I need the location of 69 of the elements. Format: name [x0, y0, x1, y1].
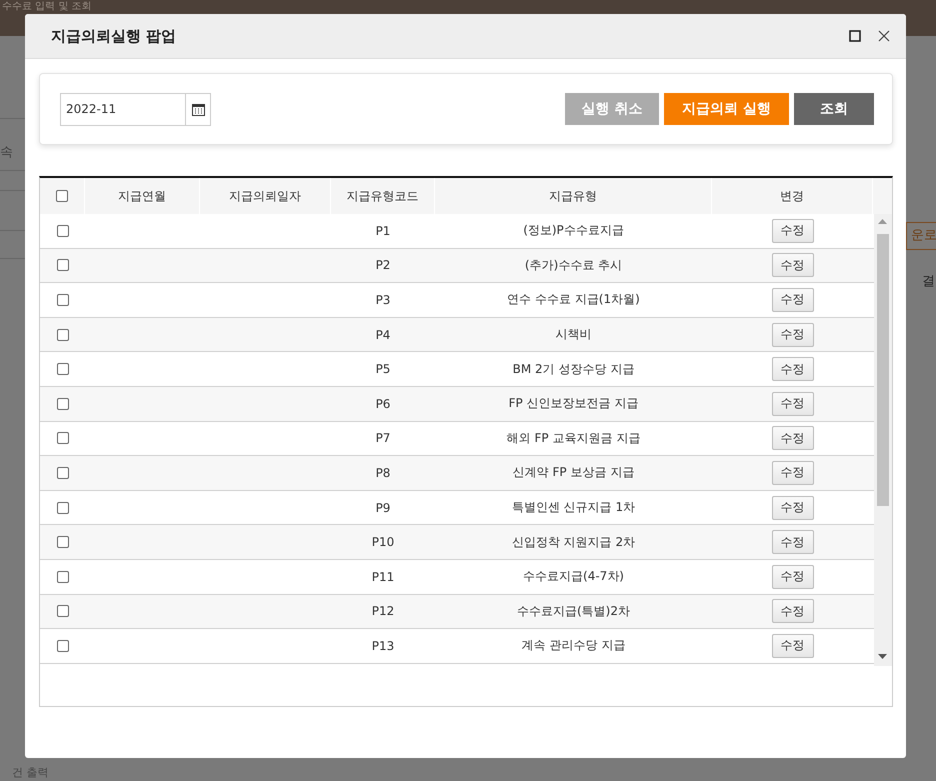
table-cell-text: P6: [374, 396, 392, 413]
checkbox[interactable]: [56, 570, 68, 583]
table-cell-text: P10: [370, 534, 396, 552]
checkbox[interactable]: [56, 536, 68, 548]
edit-button[interactable]: 수정: [772, 564, 814, 589]
table-cell-text: P1: [374, 222, 392, 240]
edit-button[interactable]: 수정: [772, 218, 814, 243]
table-cell-text: (추가)수수료 추시: [524, 256, 624, 274]
table-cell-text: P5: [374, 361, 392, 378]
table-cell-text: 시책비: [554, 326, 592, 344]
column-header: 지급의뢰일자: [200, 178, 331, 214]
scrollbar[interactable]: [874, 214, 892, 666]
scroll-down-icon[interactable]: [878, 654, 887, 659]
checkbox[interactable]: [56, 466, 68, 479]
edit-button[interactable]: 수정: [772, 599, 814, 624]
edit-button[interactable]: 수정: [772, 530, 814, 554]
close-icon[interactable]: [876, 28, 892, 44]
table-cell-text: P3: [374, 292, 392, 309]
checkbox[interactable]: [56, 259, 68, 272]
table-cell-text: FP 신인보장보전금 지급: [508, 395, 640, 412]
checkbox[interactable]: [56, 294, 68, 306]
month-field[interactable]: 2022-11: [60, 92, 211, 126]
column-header: 지급유형: [435, 178, 712, 214]
column-header: 지급연월: [85, 178, 200, 214]
table-cell-text: 특별인센 신규지급 1차: [510, 499, 636, 516]
table-cell-text: P2: [374, 257, 392, 274]
edit-button[interactable]: 수정: [772, 322, 814, 347]
edit-button[interactable]: 수정: [772, 392, 814, 416]
table-cell-text: 해외 FP 교육지원금 지급: [506, 430, 642, 447]
table-cell-text: P11: [370, 568, 396, 586]
checkbox[interactable]: [56, 363, 68, 376]
table-cell-text: BM 2기 성장수당 지급: [512, 360, 636, 378]
search-button[interactable]: 조회: [794, 93, 874, 125]
filter-label: 속: [0, 144, 13, 161]
checkbox[interactable]: [56, 640, 68, 652]
table-cell-text: P7: [374, 430, 392, 448]
column-header: 지급유형코드: [331, 178, 435, 214]
table-cell-text: (정보)P수수료지급: [522, 222, 625, 240]
checkbox[interactable]: [56, 605, 68, 618]
table-cell-text: 신입정착 지원지급 2차: [510, 534, 636, 551]
edit-button[interactable]: 수정: [772, 253, 814, 278]
table-cell-text: 수수료지급(특별)2차: [516, 602, 631, 620]
edit-button[interactable]: 수정: [772, 460, 814, 485]
table-cell-text: P4: [374, 326, 392, 344]
column-header: 변경: [712, 178, 873, 214]
table-cell-text: P12: [370, 603, 396, 620]
table-cell-text: P9: [374, 500, 392, 517]
edit-button[interactable]: 수정: [772, 357, 814, 382]
checkbox[interactable]: [56, 398, 68, 410]
checkbox[interactable]: [56, 432, 68, 444]
checkbox[interactable]: [56, 502, 68, 514]
table-cell-text: P8: [374, 464, 392, 482]
edit-button[interactable]: 수정: [772, 634, 814, 658]
table-cell-text: P13: [370, 638, 396, 655]
maximize-icon[interactable]: [847, 28, 863, 44]
column-header: 결: [922, 273, 935, 290]
month-input[interactable]: 2022-11: [61, 94, 185, 124]
table-cell-text: 수수료지급(4-7차): [522, 568, 625, 586]
table-cell-text: 신계약 FP 보상금 지급: [512, 464, 636, 482]
table-cell-text: 연수 수수료 지급(1차월): [506, 291, 641, 308]
edit-button[interactable]: 수정: [772, 426, 814, 450]
calendar-icon[interactable]: [192, 102, 204, 116]
checkbox[interactable]: [56, 190, 68, 202]
checkbox[interactable]: [56, 328, 68, 341]
edit-button[interactable]: 수정: [772, 288, 814, 312]
table-cell-text: 계속 관리수당 지급: [520, 637, 626, 654]
edit-button[interactable]: 수정: [772, 496, 814, 520]
modal-title: 지급의뢰실행 팝업: [51, 26, 178, 46]
checkbox[interactable]: [56, 224, 68, 237]
